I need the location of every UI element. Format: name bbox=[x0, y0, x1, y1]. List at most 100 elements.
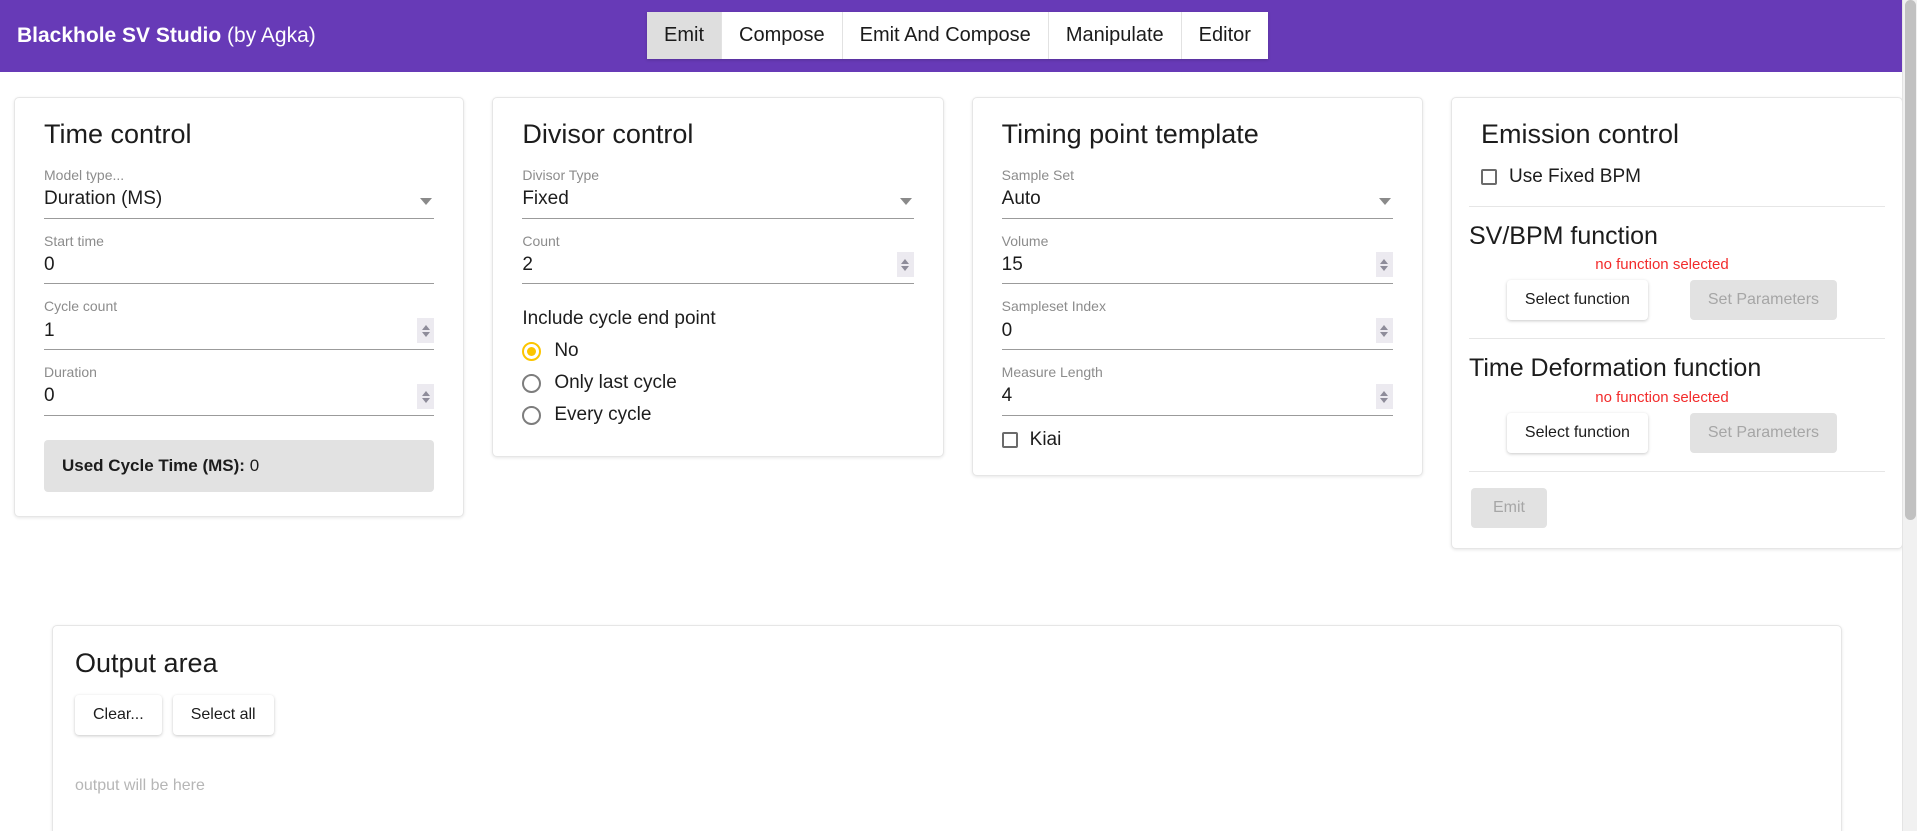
time-deformation-set-parameters-button: Set Parameters bbox=[1690, 413, 1837, 453]
output-area-buttons: Clear... Select all bbox=[75, 695, 1823, 735]
sv-bpm-function-status: no function selected bbox=[1469, 256, 1885, 273]
divisor-count-label: Count bbox=[522, 232, 913, 250]
radio-label-every-cycle: Every cycle bbox=[554, 404, 651, 426]
start-time-value: 0 bbox=[44, 252, 434, 282]
chevron-down-icon[interactable] bbox=[1379, 198, 1391, 205]
sampleset-index-value: 0 bbox=[1002, 318, 1393, 348]
model-type-label: Model type... bbox=[44, 166, 434, 184]
emission-control-title: Emission control bbox=[1481, 120, 1885, 150]
use-fixed-bpm-checkbox-row[interactable]: Use Fixed BPM bbox=[1481, 166, 1885, 188]
timing-point-template-title: Timing point template bbox=[1002, 120, 1405, 150]
volume-value: 15 bbox=[1002, 252, 1393, 282]
duration-stepper-icon[interactable] bbox=[417, 384, 434, 409]
divider bbox=[1469, 338, 1885, 339]
output-area-title: Output area bbox=[75, 648, 1823, 679]
sampleset-index-label: Sampleset Index bbox=[1002, 297, 1393, 315]
app-title-main: Blackhole SV Studio bbox=[17, 24, 221, 47]
select-all-button[interactable]: Select all bbox=[173, 695, 274, 735]
sv-bpm-set-parameters-button: Set Parameters bbox=[1690, 280, 1837, 320]
checkbox-icon-use-fixed-bpm[interactable] bbox=[1481, 169, 1497, 185]
kiai-label: Kiai bbox=[1030, 429, 1062, 451]
clear-button[interactable]: Clear... bbox=[75, 695, 162, 735]
start-time-field[interactable]: Start time 0 bbox=[44, 232, 434, 285]
measure-length-stepper-icon[interactable] bbox=[1376, 384, 1393, 409]
sv-bpm-function-block: SV/BPM function no function selected Sel… bbox=[1469, 223, 1885, 321]
chevron-down-icon[interactable] bbox=[420, 198, 432, 205]
app-header: Blackhole SV Studio (by Agka) Emit Compo… bbox=[0, 0, 1917, 72]
sample-set-value: Auto bbox=[1002, 186, 1393, 216]
duration-value: 0 bbox=[44, 383, 434, 413]
radio-icon-selected[interactable] bbox=[522, 342, 541, 361]
model-type-field[interactable]: Model type... Duration (MS) bbox=[44, 166, 434, 219]
measure-length-label: Measure Length bbox=[1002, 363, 1393, 381]
divisor-count-stepper-icon[interactable] bbox=[897, 252, 914, 277]
volume-label: Volume bbox=[1002, 232, 1393, 250]
cycle-count-field[interactable]: Cycle count 1 bbox=[44, 297, 434, 350]
duration-label: Duration bbox=[44, 363, 434, 381]
tab-emit[interactable]: Emit bbox=[647, 12, 722, 59]
tab-emit-and-compose[interactable]: Emit And Compose bbox=[843, 12, 1049, 59]
time-deformation-function-status: no function selected bbox=[1469, 389, 1885, 406]
divisor-control-title: Divisor control bbox=[522, 120, 925, 150]
sample-set-field[interactable]: Sample Set Auto bbox=[1002, 166, 1393, 219]
chevron-down-icon[interactable] bbox=[900, 198, 912, 205]
output-area-panel: Output area Clear... Select all output w… bbox=[52, 625, 1842, 831]
time-control-panel: Time control Model type... Duration (MS)… bbox=[14, 97, 464, 517]
app-title-author: (by Agka) bbox=[221, 24, 316, 47]
output-area-wrap: Output area Clear... Select all output w… bbox=[0, 549, 1917, 831]
radio-option-every-cycle[interactable]: Every cycle bbox=[522, 404, 925, 426]
sampleset-index-stepper-icon[interactable] bbox=[1376, 318, 1393, 343]
divider bbox=[1469, 471, 1885, 472]
duration-field[interactable]: Duration 0 bbox=[44, 363, 434, 416]
radio-icon[interactable] bbox=[522, 374, 541, 393]
radio-label-only-last-cycle: Only last cycle bbox=[554, 372, 676, 394]
time-deformation-select-function-button[interactable]: Select function bbox=[1507, 413, 1648, 453]
output-placeholder-text: output will be here bbox=[75, 777, 1823, 795]
model-type-value: Duration (MS) bbox=[44, 186, 434, 216]
radio-label-no: No bbox=[554, 340, 578, 362]
divisor-type-label: Divisor Type bbox=[522, 166, 913, 184]
sampleset-index-field[interactable]: Sampleset Index 0 bbox=[1002, 297, 1393, 350]
cycle-count-stepper-icon[interactable] bbox=[417, 318, 434, 343]
kiai-checkbox-row[interactable]: Kiai bbox=[1002, 429, 1405, 451]
emit-button-wrap: Emit bbox=[1469, 488, 1885, 528]
panels-row: Time control Model type... Duration (MS)… bbox=[0, 72, 1917, 549]
divisor-count-value: 2 bbox=[522, 252, 913, 282]
tab-manipulate[interactable]: Manipulate bbox=[1049, 12, 1182, 59]
radio-option-no[interactable]: No bbox=[522, 340, 925, 362]
measure-length-value: 4 bbox=[1002, 383, 1393, 413]
divisor-type-field[interactable]: Divisor Type Fixed bbox=[522, 166, 913, 219]
tab-compose[interactable]: Compose bbox=[722, 12, 843, 59]
cycle-count-label: Cycle count bbox=[44, 297, 434, 315]
divisor-count-field[interactable]: Count 2 bbox=[522, 232, 913, 285]
used-cycle-time-bar: Used Cycle Time (MS): 0 bbox=[44, 440, 434, 492]
volume-field[interactable]: Volume 15 bbox=[1002, 232, 1393, 285]
time-deformation-function-block: Time Deformation function no function se… bbox=[1469, 355, 1885, 453]
main-tab-bar: Emit Compose Emit And Compose Manipulate… bbox=[647, 12, 1268, 59]
page-scrollbar-thumb[interactable] bbox=[1905, 0, 1916, 520]
measure-length-field[interactable]: Measure Length 4 bbox=[1002, 363, 1393, 416]
page-scrollbar[interactable] bbox=[1902, 0, 1917, 831]
volume-stepper-icon[interactable] bbox=[1376, 252, 1393, 277]
time-deformation-function-title: Time Deformation function bbox=[1469, 355, 1885, 383]
timing-point-template-panel: Timing point template Sample Set Auto Vo… bbox=[972, 97, 1423, 476]
tab-editor[interactable]: Editor bbox=[1182, 12, 1268, 59]
app-title: Blackhole SV Studio (by Agka) bbox=[17, 24, 316, 48]
sample-set-label: Sample Set bbox=[1002, 166, 1393, 184]
sv-bpm-function-buttons: Select function Set Parameters bbox=[1469, 280, 1885, 320]
radio-icon[interactable] bbox=[522, 406, 541, 425]
start-time-label: Start time bbox=[44, 232, 434, 250]
divider bbox=[1469, 206, 1885, 207]
time-control-title: Time control bbox=[44, 120, 446, 150]
checkbox-icon-kiai[interactable] bbox=[1002, 432, 1018, 448]
emission-control-panel: Emission control Use Fixed BPM SV/BPM fu… bbox=[1451, 97, 1903, 549]
divisor-control-panel: Divisor control Divisor Type Fixed Count… bbox=[492, 97, 943, 457]
sv-bpm-select-function-button[interactable]: Select function bbox=[1507, 280, 1648, 320]
include-cycle-end-point-label: Include cycle end point bbox=[522, 308, 925, 330]
divisor-type-value: Fixed bbox=[522, 186, 913, 216]
emit-button: Emit bbox=[1471, 488, 1547, 528]
used-cycle-time-value: 0 bbox=[245, 456, 259, 475]
radio-option-only-last-cycle[interactable]: Only last cycle bbox=[522, 372, 925, 394]
time-deformation-function-buttons: Select function Set Parameters bbox=[1469, 413, 1885, 453]
used-cycle-time-label: Used Cycle Time (MS): bbox=[62, 456, 245, 475]
